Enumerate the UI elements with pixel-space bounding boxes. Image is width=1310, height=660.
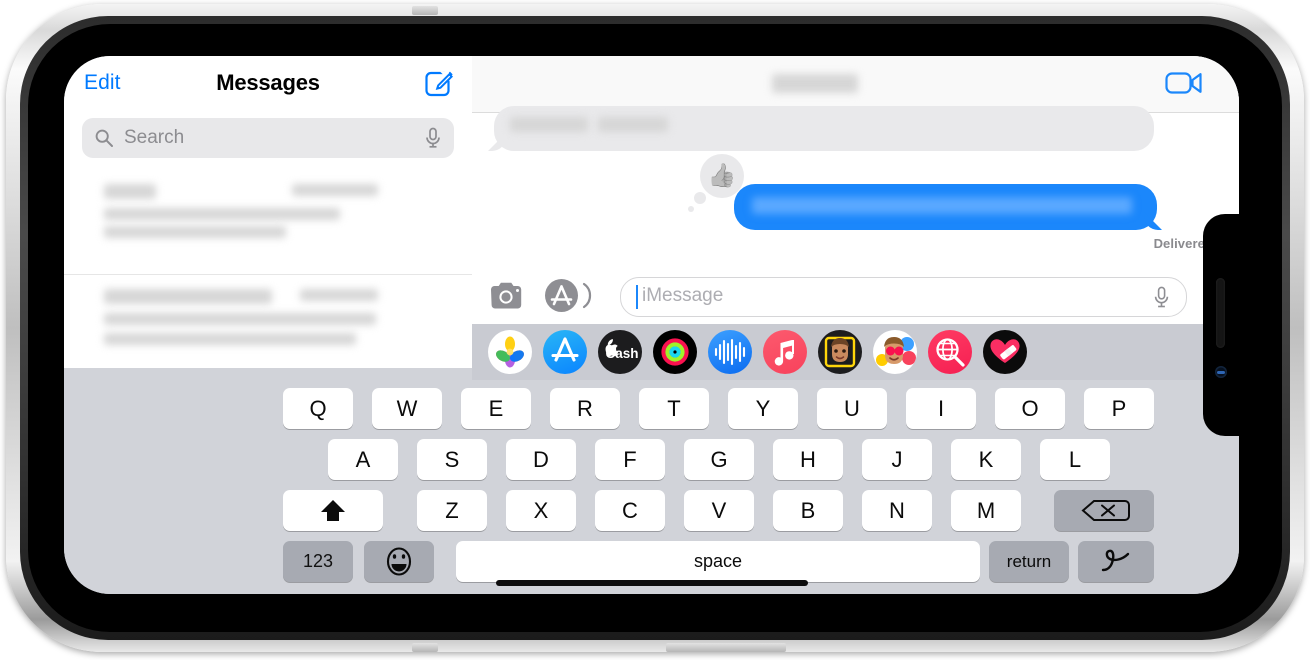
message-bubble-outgoing[interactable] xyxy=(734,184,1157,230)
key-n[interactable]: N xyxy=(862,490,932,531)
key-b[interactable]: B xyxy=(773,490,843,531)
video-camera-icon[interactable] xyxy=(1165,70,1203,96)
scribble-key[interactable] xyxy=(1078,541,1154,582)
tapback-dot-large xyxy=(694,192,706,204)
preview-line-1-redacted xyxy=(104,313,376,325)
memoji-app-icon[interactable] xyxy=(818,330,862,374)
timestamp-redacted xyxy=(300,289,378,301)
key-f[interactable]: F xyxy=(595,439,665,480)
screenshot-root: Edit Messages Search 👍 Delivered iMessag… xyxy=(0,0,1310,660)
preview-line-2-redacted xyxy=(104,333,356,345)
shift-arrow-icon xyxy=(321,500,345,521)
apple-music-app-icon[interactable] xyxy=(763,330,807,374)
page-title: Messages xyxy=(216,70,320,95)
key-a[interactable]: A xyxy=(328,439,398,480)
tapback-dot-small xyxy=(688,206,694,212)
space-key[interactable]: space xyxy=(456,541,980,582)
key-y[interactable]: Y xyxy=(728,388,798,429)
onscreen-keyboard: Q W E R T Y U I O P A S D F G H J K L Z … xyxy=(64,380,1239,594)
contact-name-redacted xyxy=(104,289,272,304)
key-t[interactable]: T xyxy=(639,388,709,429)
message-input-bar: iMessage xyxy=(472,268,1239,324)
front-camera xyxy=(1215,366,1227,378)
app-store-app-icon[interactable] xyxy=(543,330,587,374)
key-m[interactable]: M xyxy=(951,490,1021,531)
shift-key[interactable] xyxy=(283,490,383,531)
app-drawer-row: Cash xyxy=(488,330,1027,374)
message-text-redacted xyxy=(752,197,1132,214)
svg-text:Cash: Cash xyxy=(605,346,638,361)
thumbs-up-tapback[interactable]: 👍 xyxy=(700,154,744,198)
key-j[interactable]: J xyxy=(862,439,932,480)
key-u[interactable]: U xyxy=(817,388,887,429)
imessage-app-drawer[interactable]: Cash xyxy=(472,324,1239,380)
return-key[interactable]: return xyxy=(989,541,1069,582)
camera-icon[interactable] xyxy=(490,281,524,310)
conversation-header xyxy=(472,56,1239,113)
emoji-smiley-icon xyxy=(386,547,412,576)
delete-backspace-icon xyxy=(1081,500,1130,521)
key-v[interactable]: V xyxy=(684,490,754,531)
key-x[interactable]: X xyxy=(506,490,576,531)
key-g[interactable]: G xyxy=(684,439,754,480)
home-indicator[interactable] xyxy=(495,580,808,586)
fitness-activity-app-icon[interactable] xyxy=(653,330,697,374)
contact-name-redacted xyxy=(104,184,156,199)
list-item[interactable] xyxy=(64,168,472,275)
message-text-redacted xyxy=(510,117,588,132)
key-r[interactable]: R xyxy=(550,388,620,429)
preview-line-2-redacted xyxy=(104,226,286,238)
preview-line-1-redacted xyxy=(104,208,340,220)
list-item[interactable] xyxy=(64,275,472,368)
message-text-redacted xyxy=(598,117,668,132)
delete-key[interactable] xyxy=(1054,490,1154,531)
frame-antenna-line-bottom xyxy=(412,643,438,652)
key-z[interactable]: Z xyxy=(417,490,487,531)
imessage-placeholder: iMessage xyxy=(642,285,724,306)
message-bubble-incoming[interactable] xyxy=(494,106,1154,151)
app-drawer-expand-arc[interactable] xyxy=(582,281,592,310)
microphone-icon[interactable] xyxy=(424,127,442,149)
app-store-icon[interactable] xyxy=(545,279,578,312)
numbers-key[interactable]: 123 xyxy=(283,541,353,582)
imessage-input[interactable]: iMessage xyxy=(620,277,1187,317)
frame-antenna-line-top xyxy=(412,6,438,15)
thumbs-up-icon: 👍 xyxy=(707,162,737,188)
phone-screen: Edit Messages Search 👍 Delivered iMessag… xyxy=(64,56,1239,594)
memoji-stickers-app-icon[interactable] xyxy=(873,330,917,374)
key-q[interactable]: Q xyxy=(283,388,353,429)
photos-app-icon[interactable] xyxy=(488,330,532,374)
search-input[interactable]: Search xyxy=(82,118,454,158)
search-icon xyxy=(94,128,114,148)
earpiece-speaker xyxy=(1216,278,1225,348)
key-l[interactable]: L xyxy=(1040,439,1110,480)
conversation-list[interactable] xyxy=(64,168,472,368)
key-s[interactable]: S xyxy=(417,439,487,480)
key-w[interactable]: W xyxy=(372,388,442,429)
text-caret xyxy=(636,285,638,309)
voice-memos-app-icon[interactable] xyxy=(708,330,752,374)
key-d[interactable]: D xyxy=(506,439,576,480)
timestamp-redacted xyxy=(292,184,378,196)
messages-sidebar: Edit Messages Search xyxy=(64,56,472,368)
key-p[interactable]: P xyxy=(1084,388,1154,429)
key-o[interactable]: O xyxy=(995,388,1065,429)
microphone-icon[interactable] xyxy=(1153,286,1170,309)
key-i[interactable]: I xyxy=(906,388,976,429)
contact-name-redacted xyxy=(772,74,858,93)
key-e[interactable]: E xyxy=(461,388,531,429)
emoji-key[interactable] xyxy=(364,541,434,582)
frame-antenna-band xyxy=(666,643,786,652)
key-k[interactable]: K xyxy=(951,439,1021,480)
compose-icon[interactable] xyxy=(424,68,454,98)
search-placeholder: Search xyxy=(124,127,185,148)
device-notch xyxy=(1203,214,1239,436)
sidebar-header: Edit Messages xyxy=(64,56,472,118)
apple-cash-app-icon[interactable]: Cash xyxy=(598,330,642,374)
digital-touch-app-icon[interactable] xyxy=(983,330,1027,374)
key-h[interactable]: H xyxy=(773,439,843,480)
images-gif-app-icon[interactable] xyxy=(928,330,972,374)
scribble-handwriting-icon xyxy=(1101,549,1130,572)
key-c[interactable]: C xyxy=(595,490,665,531)
